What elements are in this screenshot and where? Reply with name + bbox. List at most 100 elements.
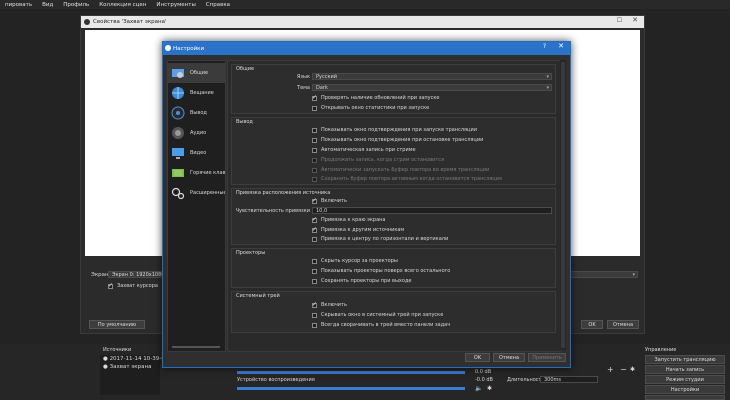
checkbox[interactable] <box>312 312 317 318</box>
option-label: Автоматическая запись при стриме <box>321 147 416 153</box>
content-scrollbar[interactable] <box>560 60 566 350</box>
checkbox[interactable] <box>312 278 317 284</box>
controls-title: Управление <box>645 347 677 353</box>
nav-audio[interactable]: Аудио <box>168 123 225 143</box>
close-icon[interactable]: ✕ <box>632 16 638 24</box>
projector-option[interactable]: Сохранять проекторы при выходе <box>312 278 411 284</box>
option-label: Скрыть курсор за проекторы <box>321 258 398 264</box>
gear-icon[interactable]: ✱ <box>630 366 635 373</box>
gear-wrench-icon <box>172 69 184 78</box>
projector-option[interactable]: Скрыть курсор за проекторы <box>312 258 398 264</box>
capture-cursor-row[interactable]: Захват курсора <box>108 282 158 289</box>
scrollbar-thumb[interactable] <box>561 62 565 348</box>
properties-cancel-button[interactable]: Отмена <box>607 320 639 329</box>
checkbox[interactable] <box>312 216 317 223</box>
monitor-icon <box>172 148 184 159</box>
projector-option[interactable]: Показывать проекторы поверх всего осталь… <box>312 268 450 274</box>
volume-slider-1[interactable] <box>237 371 465 374</box>
option-label: Привязка к другим источникам <box>321 227 405 233</box>
checkbox <box>312 157 317 163</box>
sensitivity-input[interactable]: 10,0 <box>312 207 552 214</box>
group-title: Проекторы <box>236 250 266 256</box>
snapping-option[interactable]: Привязка к краю экрана <box>312 216 385 223</box>
nav-general[interactable]: Общие <box>168 63 225 83</box>
source-item-label: Захват экрана <box>109 364 152 370</box>
checkbox[interactable] <box>312 147 317 153</box>
menu-edit[interactable]: пировать <box>0 2 37 8</box>
settings-button[interactable]: Настройки <box>645 385 725 394</box>
nav-label: Общие <box>190 70 209 76</box>
checkbox[interactable] <box>312 301 317 308</box>
studio-mode-button[interactable]: Режим студии <box>645 375 725 384</box>
checkbox[interactable] <box>312 268 317 274</box>
sidebar-scrollbar[interactable] <box>172 346 220 348</box>
source-item[interactable]: ● 2017-11-14 10-39-0... <box>103 356 170 362</box>
tray-option[interactable]: Скрывать окно в системный трей при запус… <box>312 312 443 318</box>
settings-titlebar: Настройки ? ✕ <box>163 42 570 55</box>
properties-ok-button[interactable]: OK <box>581 320 603 329</box>
duration-input[interactable]: 300ms <box>540 376 598 383</box>
settings-cancel-button[interactable]: Отмена <box>493 353 525 362</box>
eye-icon[interactable]: ● <box>103 364 108 370</box>
start-recording-button[interactable]: Начать запись <box>645 365 725 374</box>
volume-slider-2[interactable] <box>237 387 465 390</box>
checkbox[interactable] <box>312 322 317 328</box>
open-stats-label: Открывать окно статистики при запуске <box>321 105 430 111</box>
chevron-down-icon: ▾ <box>632 272 635 278</box>
defaults-button[interactable]: По умолчанию <box>89 320 145 329</box>
help-icon[interactable]: ? <box>543 43 546 50</box>
tray-option[interactable]: Включить <box>312 301 347 308</box>
nav-output[interactable]: Вывод <box>168 103 225 123</box>
nav-stream[interactable]: Вещание <box>168 83 225 103</box>
output-option[interactable]: Показывать окно подтверждения при запуск… <box>312 127 477 133</box>
snapping-option[interactable]: Привязка к другим источникам <box>312 226 405 233</box>
capture-cursor-checkbox[interactable] <box>108 282 113 289</box>
check-updates-checkbox[interactable] <box>312 94 317 101</box>
checkbox[interactable] <box>312 137 317 143</box>
check-updates-row[interactable]: Проверять наличие обновлений при запуске <box>312 94 439 101</box>
checkbox[interactable] <box>312 127 317 133</box>
language-select-value: Русский <box>316 73 337 80</box>
group-snapping: Привязка расположения источника Включить… <box>231 188 556 245</box>
nav-label: Вывод <box>190 110 207 116</box>
menu-scene-collection[interactable]: Коллекция сцен <box>94 2 151 8</box>
settings-apply-button: Применить <box>528 353 566 362</box>
checkbox[interactable] <box>312 258 317 264</box>
menu-help[interactable]: Справка <box>201 2 235 8</box>
sensitivity-label: Чувствительность привязки <box>235 208 310 214</box>
add-icon[interactable]: + <box>607 365 614 374</box>
output-option[interactable]: Автоматическая запись при стриме <box>312 147 416 153</box>
maximize-icon[interactable]: ☐ <box>617 17 622 24</box>
source-item-label: 2017-11-14 10-39-0... <box>109 356 170 362</box>
option-label: Показывать проекторы поверх всего осталь… <box>321 268 451 274</box>
checkbox[interactable] <box>312 226 317 233</box>
group-general: Общие Язык Русский ▾ Тема Dark ▾ Проверя… <box>231 64 556 114</box>
option-label: Продолжать запись, когда стрим остановит… <box>321 157 445 163</box>
menu-profile[interactable]: Профиль <box>58 2 94 8</box>
open-stats-row[interactable]: Открывать окно статистики при запуске <box>312 105 429 111</box>
tray-option[interactable]: Всегда сворачивать в трей вместо панели … <box>312 322 450 328</box>
source-item[interactable]: ● Захват экрана <box>103 364 151 370</box>
nav-label: Горячие клав <box>190 170 225 176</box>
speaker-icon[interactable]: 🔈 <box>475 385 482 392</box>
snapping-option[interactable]: Привязка к центру по горизонтали и верти… <box>312 236 448 242</box>
checkbox[interactable] <box>312 197 317 204</box>
theme-select[interactable]: Dark ▾ <box>312 84 552 91</box>
checkbox[interactable] <box>312 236 317 242</box>
eye-icon[interactable]: ● <box>103 356 108 362</box>
open-stats-checkbox[interactable] <box>312 105 317 111</box>
nav-hotkeys[interactable]: Горячие клав <box>168 163 225 183</box>
close-icon[interactable]: ✕ <box>558 42 564 50</box>
snapping-enable-row[interactable]: Включить <box>312 197 347 204</box>
settings-ok-button[interactable]: OK <box>465 353 490 362</box>
remove-icon[interactable]: − <box>620 365 627 374</box>
nav-advanced[interactable]: Расширенные <box>168 183 225 203</box>
output-option[interactable]: Показывать окно подтверждения при остано… <box>312 137 483 143</box>
menu-tools[interactable]: Инструменты <box>151 2 200 8</box>
start-streaming-button[interactable]: Запустить трансляцию <box>645 355 725 364</box>
menu-view[interactable]: Вид <box>37 2 58 8</box>
exit-button[interactable] <box>645 395 725 400</box>
language-select[interactable]: Русский ▾ <box>312 73 552 80</box>
gear-icon[interactable]: ✱ <box>487 385 492 392</box>
nav-video[interactable]: Видео <box>168 143 225 163</box>
